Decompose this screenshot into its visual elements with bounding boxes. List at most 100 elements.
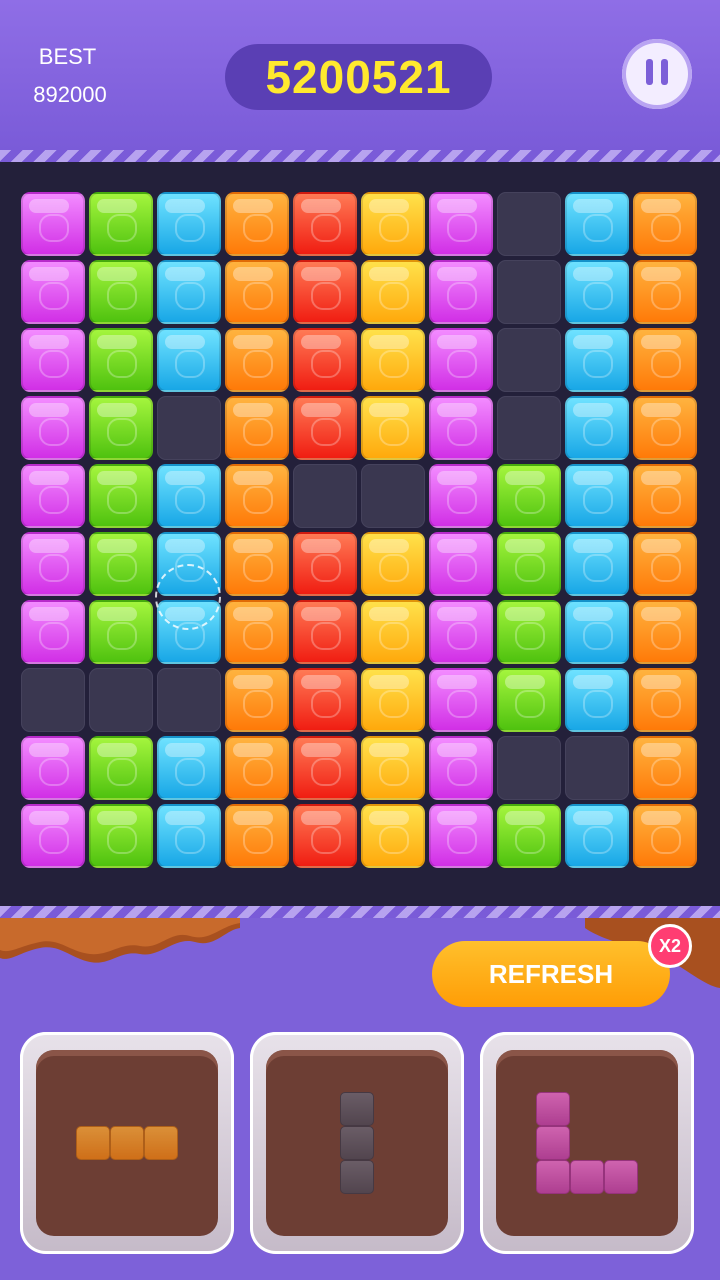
pink-jelly-block[interactable] [21,600,85,664]
orange-jelly-block[interactable] [225,600,289,664]
pink-jelly-block[interactable] [429,736,493,800]
orange-jelly-block[interactable] [225,260,289,324]
empty-cell[interactable] [497,260,561,324]
empty-cell[interactable] [565,736,629,800]
pink-jelly-block[interactable] [429,328,493,392]
blue-jelly-block[interactable] [157,804,221,868]
pink-jelly-block[interactable] [21,396,85,460]
refresh-button[interactable]: REFRESH [432,941,670,1007]
orange-jelly-block[interactable] [225,396,289,460]
yellow-jelly-block[interactable] [361,600,425,664]
pink-jelly-block[interactable] [429,600,493,664]
red-jelly-block[interactable] [293,532,357,596]
pink-jelly-block[interactable] [429,396,493,460]
orange-jelly-block[interactable] [633,804,697,868]
empty-cell[interactable] [497,736,561,800]
pink-jelly-block[interactable] [429,668,493,732]
green-jelly-block[interactable] [89,804,153,868]
green-jelly-block[interactable] [89,328,153,392]
empty-cell[interactable] [157,668,221,732]
empty-cell[interactable] [157,396,221,460]
pink-jelly-block[interactable] [21,736,85,800]
green-jelly-block[interactable] [89,396,153,460]
pink-jelly-block[interactable] [21,260,85,324]
blue-jelly-block[interactable] [565,668,629,732]
green-jelly-block[interactable] [497,600,561,664]
orange-jelly-block[interactable] [225,736,289,800]
yellow-jelly-block[interactable] [361,668,425,732]
orange-jelly-block[interactable] [225,192,289,256]
blue-jelly-block[interactable] [565,804,629,868]
red-jelly-block[interactable] [293,192,357,256]
red-jelly-block[interactable] [293,804,357,868]
piece-slot-2[interactable] [250,1032,464,1254]
orange-jelly-block[interactable] [225,328,289,392]
green-jelly-block[interactable] [89,532,153,596]
blue-jelly-block[interactable] [565,396,629,460]
yellow-jelly-block[interactable] [361,192,425,256]
blue-jelly-block[interactable] [565,328,629,392]
empty-cell[interactable] [361,464,425,528]
green-jelly-block[interactable] [89,600,153,664]
green-jelly-block[interactable] [89,736,153,800]
yellow-jelly-block[interactable] [361,328,425,392]
yellow-jelly-block[interactable] [361,396,425,460]
orange-jelly-block[interactable] [633,736,697,800]
blue-jelly-block[interactable] [565,260,629,324]
piece-slot-3[interactable] [480,1032,694,1254]
empty-cell[interactable] [21,668,85,732]
orange-jelly-block[interactable] [633,192,697,256]
pink-jelly-block[interactable] [429,804,493,868]
blue-jelly-block[interactable] [565,532,629,596]
empty-cell[interactable] [497,328,561,392]
blue-jelly-block[interactable] [565,464,629,528]
game-board[interactable] [21,192,701,872]
orange-jelly-block[interactable] [225,668,289,732]
orange-jelly-block[interactable] [633,600,697,664]
pause-button[interactable] [622,39,692,109]
green-jelly-block[interactable] [89,192,153,256]
orange-jelly-block[interactable] [633,464,697,528]
yellow-jelly-block[interactable] [361,260,425,324]
orange-jelly-block[interactable] [633,532,697,596]
piece-slot-1[interactable] [20,1032,234,1254]
yellow-jelly-block[interactable] [361,804,425,868]
blue-jelly-block[interactable] [157,192,221,256]
red-jelly-block[interactable] [293,600,357,664]
green-jelly-block[interactable] [497,464,561,528]
blue-jelly-block[interactable] [157,736,221,800]
pink-jelly-block[interactable] [429,532,493,596]
pink-jelly-block[interactable] [21,192,85,256]
pink-jelly-block[interactable] [21,532,85,596]
orange-jelly-block[interactable] [633,328,697,392]
pink-jelly-block[interactable] [429,464,493,528]
empty-cell[interactable] [497,192,561,256]
pink-jelly-block[interactable] [21,464,85,528]
orange-jelly-block[interactable] [633,260,697,324]
green-jelly-block[interactable] [89,260,153,324]
pink-jelly-block[interactable] [21,804,85,868]
orange-jelly-block[interactable] [225,804,289,868]
green-jelly-block[interactable] [497,668,561,732]
empty-cell[interactable] [89,668,153,732]
blue-jelly-block[interactable] [565,192,629,256]
orange-jelly-block[interactable] [633,396,697,460]
blue-jelly-block[interactable] [565,600,629,664]
empty-cell[interactable] [497,396,561,460]
blue-jelly-block[interactable] [157,328,221,392]
yellow-jelly-block[interactable] [361,532,425,596]
empty-cell[interactable] [293,464,357,528]
blue-jelly-block[interactable] [157,260,221,324]
orange-jelly-block[interactable] [225,532,289,596]
blue-jelly-block[interactable] [157,464,221,528]
pink-jelly-block[interactable] [429,192,493,256]
orange-jelly-block[interactable] [225,464,289,528]
red-jelly-block[interactable] [293,668,357,732]
red-jelly-block[interactable] [293,396,357,460]
pink-jelly-block[interactable] [21,328,85,392]
green-jelly-block[interactable] [497,532,561,596]
red-jelly-block[interactable] [293,736,357,800]
red-jelly-block[interactable] [293,328,357,392]
red-jelly-block[interactable] [293,260,357,324]
orange-jelly-block[interactable] [633,668,697,732]
